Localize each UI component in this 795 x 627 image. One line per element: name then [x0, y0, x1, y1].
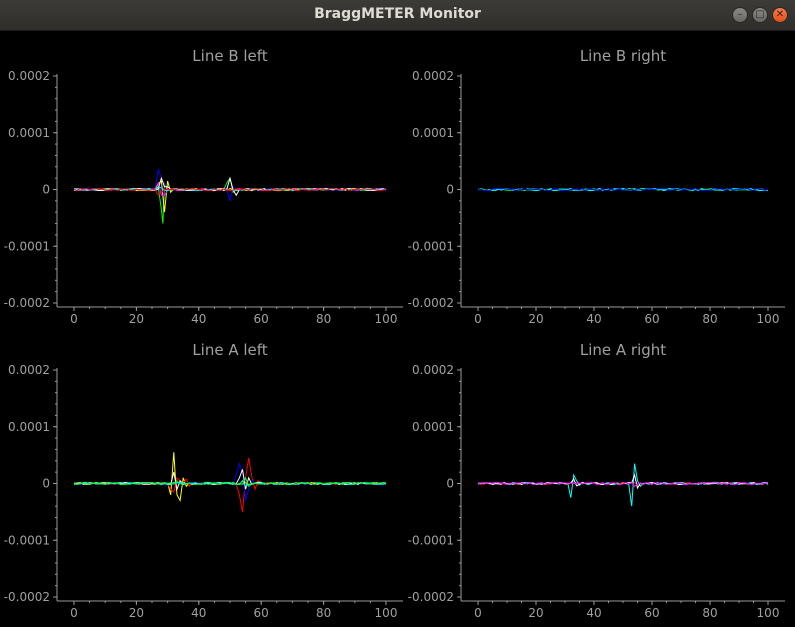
- y-tick-label: -0.0002: [4, 590, 50, 604]
- y-tick-label: -0.0001: [408, 533, 454, 547]
- series-line: [73, 469, 387, 492]
- series-line: [477, 473, 769, 490]
- x-tick-label: 20: [129, 312, 144, 326]
- y-tick-label: 0.0001: [8, 126, 50, 140]
- x-tick-label: 40: [586, 606, 601, 620]
- y-tick-label: 0: [42, 183, 50, 197]
- y-tick-label: 0.0001: [412, 420, 454, 434]
- y-tick-label: -0.0002: [408, 590, 454, 604]
- series-line: [73, 452, 387, 503]
- x-tick-label: 80: [702, 606, 717, 620]
- panel-title: Line A right: [580, 341, 666, 359]
- x-tick-label: 20: [129, 606, 144, 620]
- x-tick-label: 100: [375, 606, 398, 620]
- y-tick-label: 0.0002: [412, 363, 454, 377]
- x-tick-label: 60: [254, 312, 269, 326]
- x-tick-label: 60: [644, 606, 659, 620]
- y-tick-label: -0.0001: [4, 533, 50, 547]
- series-line: [73, 179, 386, 213]
- x-tick-label: 80: [316, 312, 331, 326]
- x-tick-label: 100: [757, 312, 780, 326]
- x-tick-label: 0: [474, 312, 482, 326]
- window-titlebar[interactable]: BraggMETER Monitor – □ ✕: [0, 0, 795, 31]
- y-tick-label: -0.0001: [408, 239, 454, 253]
- x-tick-label: 60: [644, 312, 659, 326]
- x-tick-label: 100: [757, 606, 780, 620]
- y-tick-label: 0.0001: [412, 126, 454, 140]
- close-button[interactable]: ✕: [772, 7, 788, 23]
- x-tick-label: 80: [702, 312, 717, 326]
- plot-area: Line B left 0.0002 0.0001 0 -0.0001 -0.0002 0 2…: [4, 47, 785, 620]
- y-tick-label: 0.0002: [412, 69, 454, 83]
- x-tick-label: 0: [474, 606, 482, 620]
- x-tick-label: 100: [375, 312, 398, 326]
- x-tick-label: 20: [528, 312, 543, 326]
- series-line: [73, 167, 387, 202]
- y-tick-label: -0.0002: [4, 296, 50, 310]
- y-tick-label: 0: [446, 183, 454, 197]
- y-tick-label: 0.0002: [8, 363, 50, 377]
- y-tick-label: -0.0001: [4, 239, 50, 253]
- x-tick-label: 80: [316, 606, 331, 620]
- x-tick-label: 0: [70, 606, 78, 620]
- panel-title: Line B left: [192, 47, 267, 65]
- series-line: [73, 176, 387, 197]
- x-tick-label: 0: [70, 312, 78, 326]
- y-tick-label: 0: [42, 477, 50, 491]
- y-tick-label: 0.0002: [8, 69, 50, 83]
- y-tick-label: -0.0002: [408, 296, 454, 310]
- window-title: BraggMETER Monitor: [314, 6, 481, 22]
- x-tick-label: 60: [254, 606, 269, 620]
- y-tick-label: 0.0001: [8, 420, 50, 434]
- y-tick-label: 0: [446, 477, 454, 491]
- minimize-button[interactable]: –: [732, 7, 748, 23]
- x-tick-label: 40: [191, 606, 206, 620]
- x-tick-label: 20: [528, 606, 543, 620]
- panel-title: Line B right: [580, 47, 666, 65]
- maximize-button[interactable]: □: [752, 7, 768, 23]
- x-tick-label: 40: [191, 312, 206, 326]
- panel-title: Line A left: [192, 341, 267, 359]
- x-tick-label: 40: [586, 312, 601, 326]
